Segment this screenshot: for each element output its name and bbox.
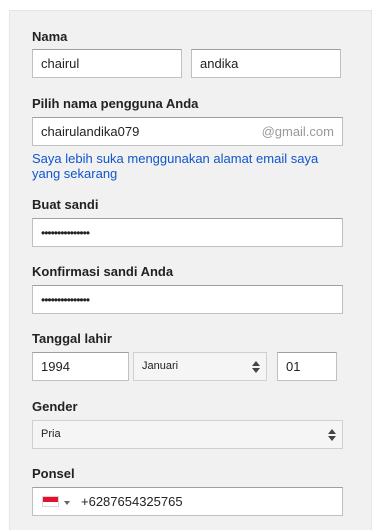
gender-select[interactable]: Pria [32, 420, 343, 449]
birth-month-value: Januari [142, 360, 179, 372]
select-arrows-icon [328, 429, 336, 441]
use-current-email-link[interactable]: Saya lebih suka menggunakan alamat email… [32, 151, 332, 181]
birth-day-field[interactable]: 01 [277, 352, 337, 381]
name-label: Nama [32, 29, 68, 44]
birthdate-label: Tanggal lahir [32, 331, 112, 346]
username-label: Pilih nama pengguna Anda [32, 96, 199, 111]
password-label: Buat sandi [32, 197, 99, 212]
phone-label: Ponsel [32, 466, 75, 481]
gender-value: Pria [41, 428, 61, 440]
birth-year-value: 1994 [41, 359, 70, 374]
chevron-down-icon[interactable] [64, 501, 70, 505]
password-field[interactable]: ••••••••••••••• [32, 218, 343, 247]
first-name-value: chairul [41, 56, 80, 71]
last-name-value: andika [200, 56, 239, 71]
gmail-suffix: @gmail.com [261, 124, 334, 139]
birth-month-select[interactable]: Januari [133, 352, 267, 381]
birth-year-field[interactable]: 1994 [32, 352, 129, 381]
last-name-field[interactable]: andika [191, 49, 341, 78]
username-value: chairulandika079 [41, 124, 140, 139]
select-arrows-icon [252, 361, 260, 373]
confirm-password-label: Konfirmasi sandi Anda [32, 264, 174, 279]
confirm-password-masked-value: ••••••••••••••• [41, 293, 90, 307]
password-masked-value: ••••••••••••••• [41, 226, 90, 240]
phone-field[interactable]: +6287654325765 [32, 487, 343, 516]
birth-day-value: 01 [286, 359, 301, 374]
confirm-password-field[interactable]: ••••••••••••••• [32, 285, 343, 314]
indonesia-flag-icon[interactable] [42, 496, 59, 507]
phone-value: +6287654325765 [81, 494, 183, 509]
first-name-field[interactable]: chairul [32, 49, 182, 78]
gender-label: Gender [32, 399, 78, 414]
username-field[interactable]: chairulandika079 @gmail.com [32, 117, 343, 146]
